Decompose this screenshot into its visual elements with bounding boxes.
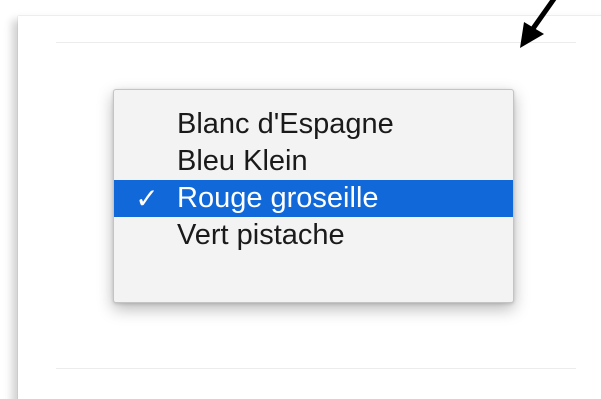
menu-item-label: Vert pistache [177, 219, 345, 251]
menu-item-label: Blanc d'Espagne [177, 108, 394, 140]
menu-item-bleu-klein[interactable]: Bleu Klein [114, 143, 513, 180]
bottom-separator [56, 368, 576, 369]
menu-item-vert-pistache[interactable]: Vert pistache [114, 217, 513, 254]
checkmark-icon: ✓ [135, 183, 159, 214]
menu-item-label: Rouge groseille [177, 182, 379, 214]
menu-item-rouge-groseille[interactable]: ✓ Rouge groseille [114, 180, 513, 217]
popup-menu: Blanc d'Espagne Bleu Klein ✓ Rouge grose… [113, 89, 514, 303]
menu-item-label: Bleu Klein [177, 145, 308, 177]
screenshot-stage: Blanc d'Espagne Bleu Klein ✓ Rouge grose… [0, 0, 601, 399]
annotation-arrow-icon [520, 0, 557, 48]
top-separator [56, 42, 576, 43]
menu-item-blanc-d-espagne[interactable]: Blanc d'Espagne [114, 106, 513, 143]
